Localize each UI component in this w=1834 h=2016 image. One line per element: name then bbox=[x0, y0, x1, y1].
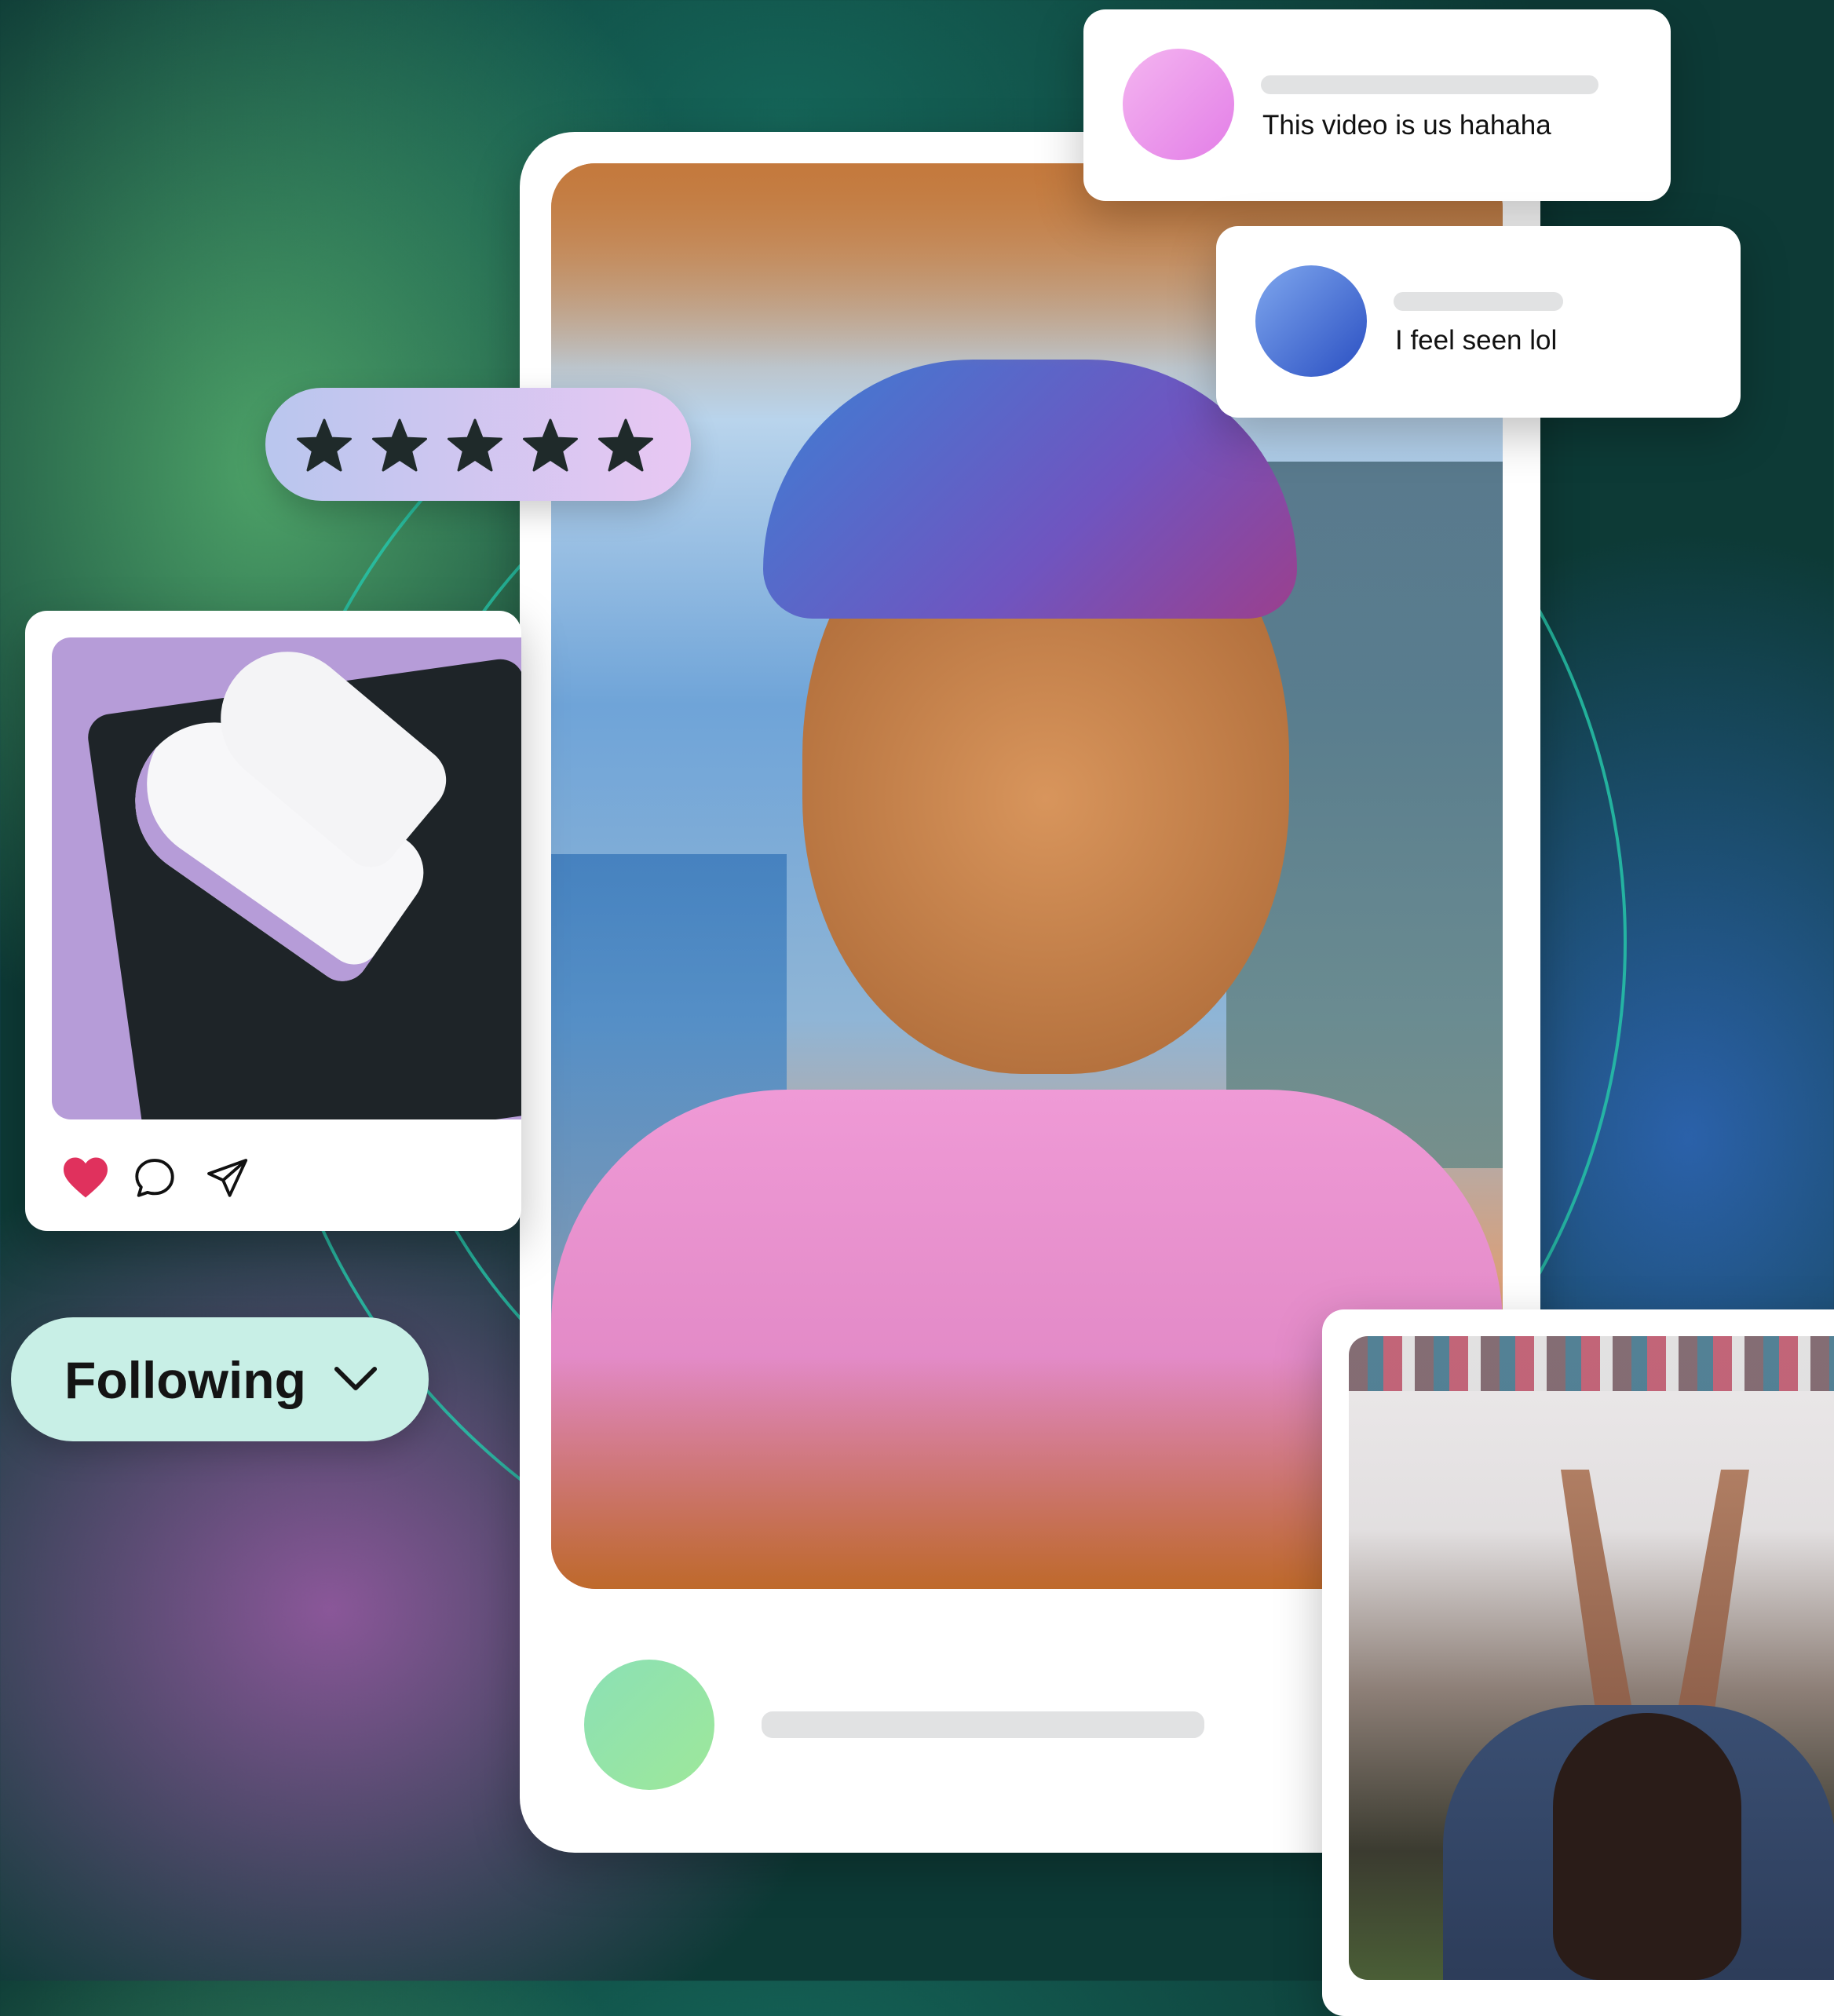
star-icon bbox=[448, 418, 502, 472]
comment-card-2: I feel seen lol bbox=[1216, 226, 1741, 418]
comment-name-placeholder bbox=[1394, 292, 1563, 311]
comment-icon[interactable] bbox=[132, 1156, 177, 1201]
festival-image[interactable] bbox=[1349, 1336, 1834, 1980]
post-card bbox=[25, 611, 521, 1231]
star-icon bbox=[598, 418, 653, 472]
comment-name-placeholder bbox=[1261, 75, 1598, 94]
festival-card bbox=[1322, 1309, 1834, 2016]
heart-icon[interactable] bbox=[61, 1156, 110, 1200]
author-name-placeholder bbox=[762, 1711, 1204, 1738]
avatar bbox=[1123, 49, 1234, 160]
star-rating bbox=[265, 388, 691, 501]
comment-text: This video is us hahaha bbox=[1262, 110, 1551, 141]
person-hair bbox=[1553, 1713, 1741, 1980]
chevron-down-icon bbox=[334, 1367, 378, 1390]
star-icon bbox=[371, 418, 427, 472]
author-avatar[interactable] bbox=[584, 1660, 714, 1790]
comment-card-1: This video is us hahaha bbox=[1083, 9, 1671, 201]
following-label: Following bbox=[64, 1351, 306, 1409]
comment-text: I feel seen lol bbox=[1395, 325, 1558, 356]
following-dropdown[interactable]: Following bbox=[11, 1317, 429, 1441]
send-icon[interactable] bbox=[203, 1156, 251, 1201]
post-image[interactable] bbox=[52, 637, 521, 1119]
star-icon bbox=[523, 418, 578, 472]
bunting-flags bbox=[1349, 1336, 1834, 1391]
star-icon bbox=[296, 418, 352, 472]
avatar bbox=[1255, 265, 1367, 377]
